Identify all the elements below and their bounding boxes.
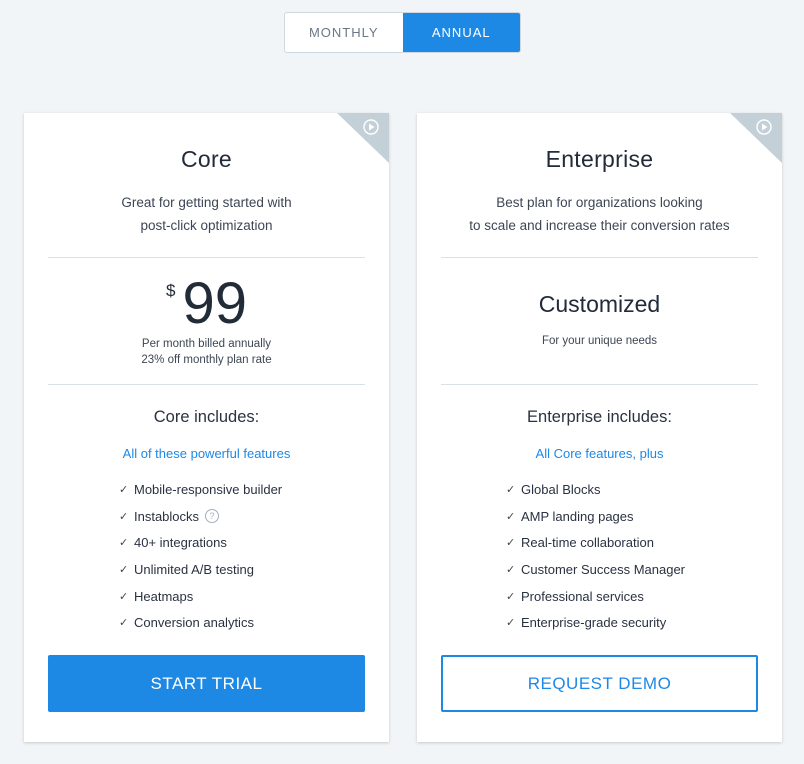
currency-symbol: $ (166, 281, 176, 300)
core-plan-card: Core Great for getting started with post… (24, 113, 389, 742)
feature-item: ✓ Global Blocks (506, 481, 601, 497)
feature-item: ✓ Real-time collaboration (506, 535, 654, 551)
core-plan-title: Core (180, 146, 233, 172)
check-icon: ✓ (506, 617, 516, 630)
divider (441, 384, 758, 385)
check-icon: ✓ (506, 483, 516, 496)
feature-item: ✓ Enterprise-grade security (506, 615, 667, 631)
enterprise-features-subheading: All Core features, plus (535, 446, 664, 461)
core-features-subheading: All of these powerful features (122, 446, 291, 461)
enterprise-feature-list: ✓ Global Blocks ✓ AMP landing pages ✓ Real-… (506, 476, 685, 636)
help-circle-icon[interactable]: ? (205, 509, 220, 524)
divider (48, 384, 365, 385)
core-feature-list: ✓ Mobile-responsive builder ✓ Instablocks?… (119, 476, 282, 636)
enterprise-price-note: For your unique needs (541, 335, 658, 347)
core-price-note: Per month billed annually 23% off monthl… (141, 338, 272, 366)
billing-toggle: MONTHLY ANNUAL (284, 12, 521, 53)
feature-item: ✓ Customer Success Manager (506, 561, 686, 577)
feature-item: ✓ Mobile-responsive builder (119, 481, 283, 497)
core-price: $ 99 (24, 275, 389, 333)
feature-item: ✓ Heatmaps (119, 588, 194, 604)
check-icon: ✓ (119, 537, 129, 550)
enterprise-plan-description: Best plan for organizations looking to s… (469, 195, 730, 233)
check-icon: ✓ (119, 483, 129, 496)
check-icon: ✓ (119, 563, 129, 576)
check-icon: ✓ (119, 510, 129, 523)
enterprise-plan-title: Enterprise (545, 146, 654, 172)
feature-item: ✓ AMP landing pages (506, 508, 634, 524)
divider (48, 257, 365, 258)
monthly-toggle-option[interactable]: MONTHLY (285, 13, 403, 52)
enterprise-includes-heading: Enterprise includes: (527, 408, 672, 426)
divider (441, 257, 758, 258)
check-icon: ✓ (506, 563, 516, 576)
annual-toggle-option[interactable]: ANNUAL (402, 13, 520, 52)
feature-item: ✓ 40+ integrations (119, 535, 227, 551)
price-amount: 99 (182, 271, 247, 336)
feature-item: ✓ Instablocks? (119, 503, 282, 530)
enterprise-plan-card: Enterprise Best plan for organizations l… (417, 113, 782, 742)
check-icon: ✓ (119, 590, 129, 603)
core-includes-heading: Core includes: (153, 408, 260, 426)
check-icon: ✓ (119, 617, 129, 630)
start-trial-button[interactable]: START TRIAL (48, 655, 365, 712)
feature-item: ✓ Unlimited A/B testing (119, 561, 254, 577)
request-demo-button[interactable]: REQUEST DEMO (441, 655, 758, 712)
check-icon: ✓ (506, 537, 516, 550)
check-icon: ✓ (506, 510, 516, 523)
feature-item: ✓ Conversion analytics (119, 615, 254, 631)
check-icon: ✓ (506, 590, 516, 603)
core-plan-description: Great for getting started with post-clic… (121, 195, 292, 233)
feature-item: ✓ Professional services (506, 588, 644, 604)
enterprise-price-label: Customized (538, 291, 661, 317)
